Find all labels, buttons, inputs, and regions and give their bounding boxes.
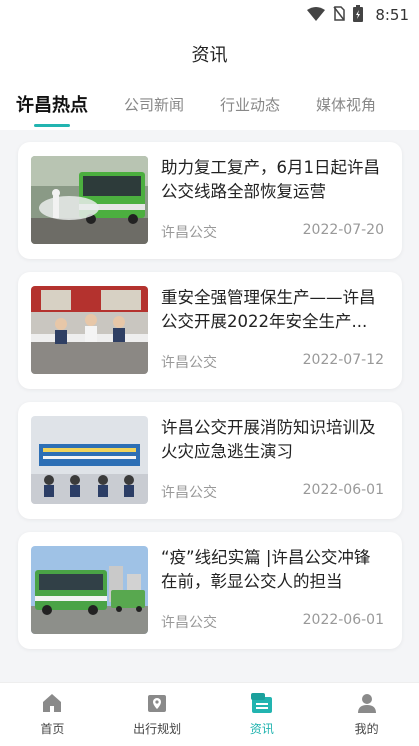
news-thumbnail [31,286,148,374]
news-title: 许昌公交开展消防知识培训及火灾应急逃生演习 [161,418,376,461]
nav-label: 我的 [354,722,379,736]
news-thumbnail [31,156,148,244]
tab-industry-news[interactable]: 行业动态 [220,94,280,115]
news-date: 2022-07-12 [302,352,384,368]
home-icon [41,692,63,717]
tab-label: 媒体视角 [316,95,377,114]
news-source: 许昌公交 [161,485,217,501]
profile-icon [356,692,378,717]
nav-profile[interactable]: 我的 [314,683,419,746]
status-time: 8:51 [375,6,409,24]
nav-news[interactable]: 资讯 [210,683,315,746]
nav-trip-planning[interactable]: 出行规划 [105,683,210,746]
news-source: 许昌公交 [161,355,217,371]
news-date: 2022-06-01 [302,612,384,628]
map-icon [146,692,168,717]
no-sim-icon [333,5,346,25]
category-tabs: 许昌热点 公司新闻 行业动态 媒体视角 [0,78,419,130]
status-bar: 8:51 [0,0,419,30]
page-title: 资讯 [191,45,228,66]
tab-xuchang-hot[interactable]: 许昌热点 [16,91,88,127]
tab-label: 许昌热点 [16,95,88,116]
wifi-icon [307,6,326,25]
news-title: “疫”线纪实篇 |许昌公交冲锋在前，彰显公交人的担当 [161,548,371,591]
tab-label: 行业动态 [220,95,281,114]
news-list: 助力复工复产，6月1日起许昌公交线路全部恢复运营 许昌公交 2022-07-20 [18,142,402,662]
bottom-navigation: 首页 出行规划 资讯 我的 [0,682,419,746]
tab-label: 公司新闻 [124,95,185,114]
news-thumbnail [31,546,148,634]
news-card[interactable]: “疫”线纪实篇 |许昌公交冲锋在前，彰显公交人的担当 许昌公交 2022-06-… [18,532,402,649]
tab-company-news[interactable]: 公司新闻 [124,94,184,115]
news-date: 2022-06-01 [302,482,384,498]
news-card[interactable]: 助力复工复产，6月1日起许昌公交线路全部恢复运营 许昌公交 2022-07-20 [18,142,402,259]
news-card[interactable]: 重安全强管理保生产——许昌公交开展2022年安全生产... 许昌公交 2022-… [18,272,402,389]
news-date: 2022-07-20 [302,222,384,238]
tab-media-view[interactable]: 媒体视角 [316,94,376,115]
active-tab-indicator [34,124,70,127]
battery-icon [353,4,364,26]
news-title: 助力复工复产，6月1日起许昌公交线路全部恢复运营 [161,158,380,201]
news-source: 许昌公交 [161,615,217,631]
news-source: 许昌公交 [161,225,217,241]
header: 资讯 [0,30,419,78]
news-thumbnail [31,416,148,504]
nav-label: 首页 [40,722,65,736]
nav-home[interactable]: 首页 [0,683,105,746]
news-card[interactable]: 许昌公交开展消防知识培训及火灾应急逃生演习 许昌公交 2022-06-01 [18,402,402,519]
nav-label: 资讯 [249,722,274,736]
news-icon [250,692,274,717]
news-title: 重安全强管理保生产——许昌公交开展2022年安全生产... [161,288,376,331]
nav-label: 出行规划 [133,722,182,736]
